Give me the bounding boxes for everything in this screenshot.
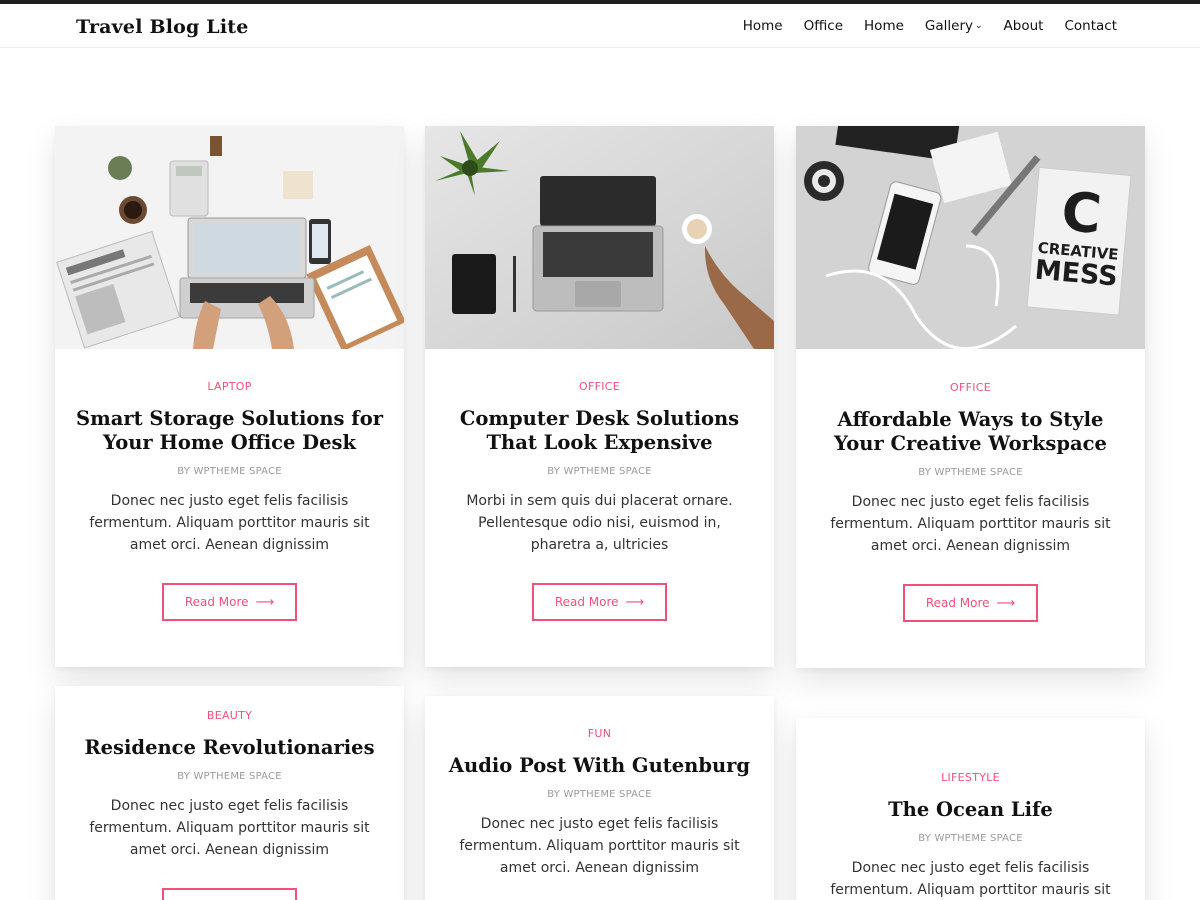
arrow-right-icon: ⟶ [625, 594, 645, 610]
post-card: OFFICE Computer Desk Solutions That Look… [425, 126, 774, 667]
book-letter: C [1059, 180, 1104, 246]
post-title[interactable]: The Ocean Life [816, 798, 1125, 822]
post-card: LAPTOP Smart Storage Solutions for Your … [55, 126, 404, 667]
arrow-right-icon: ⟶ [996, 595, 1016, 611]
post-card: LIFESTYLE The Ocean Life BY WPTHEME SPAC… [796, 718, 1145, 900]
post-category[interactable]: LAPTOP [75, 380, 384, 393]
read-more-label: Read More [925, 596, 990, 610]
arrow-right-icon: ⟶ [255, 594, 275, 610]
read-more-button[interactable]: Read More ⟶ [903, 584, 1038, 622]
post-title[interactable]: Computer Desk Solutions That Look Expens… [445, 407, 754, 455]
read-more-button[interactable]: Read More ⟶ [532, 583, 667, 621]
laptop-desk-photo [55, 126, 404, 349]
nav-label: Home [864, 18, 904, 34]
nav-item-about[interactable]: About [1004, 18, 1044, 34]
post-thumbnail[interactable] [425, 126, 774, 349]
post-excerpt: Donec nec justo eget felis facilisis fer… [830, 860, 1111, 898]
nav-item-gallery[interactable]: Gallery ⌄ [925, 18, 983, 34]
post-author[interactable]: BY WPTHEME SPACE [445, 466, 754, 477]
post-excerpt: Donec nec justo eget felis facilisis fer… [89, 493, 370, 553]
post-excerpt: Morbi in sem quis dui placerat ornare. P… [466, 493, 733, 553]
post-category[interactable]: OFFICE [445, 380, 754, 393]
nav-item-home[interactable]: Home [743, 18, 783, 34]
post-card: FUN Audio Post With Gutenburg BY WPTHEME… [425, 696, 774, 900]
post-title[interactable]: Affordable Ways to Style Your Creative W… [816, 408, 1125, 456]
post-category[interactable]: BEAUTY [75, 709, 384, 722]
laptop-coffee-photo [425, 126, 774, 349]
post-title[interactable]: Smart Storage Solutions for Your Home Of… [75, 407, 384, 455]
post-excerpt: Donec nec justo eget felis facilisis fer… [89, 798, 370, 858]
read-more-button[interactable]: Read More ⟶ [162, 583, 297, 621]
post-category[interactable]: FUN [445, 727, 754, 740]
nav-item-contact[interactable]: Contact [1064, 18, 1117, 34]
nav-label: Contact [1064, 18, 1117, 34]
post-author[interactable]: BY WPTHEME SPACE [445, 789, 754, 800]
chevron-down-icon: ⌄ [975, 21, 983, 31]
post-title[interactable]: Residence Revolutionaries [75, 736, 384, 760]
post-author[interactable]: BY WPTHEME SPACE [816, 467, 1125, 478]
nav-label: Gallery [924, 18, 973, 34]
post-author[interactable]: BY WPTHEME SPACE [75, 771, 384, 782]
post-card: C CREATIVE MESS OFFICE Affordable Ways t… [796, 126, 1145, 668]
site-logo[interactable]: Travel Blog Lite [76, 16, 249, 38]
post-excerpt: Donec nec justo eget felis facilisis fer… [459, 816, 740, 876]
nav-item-office[interactable]: Office [804, 18, 843, 34]
read-more-label: Read More [184, 595, 249, 609]
nav-item-home-2[interactable]: Home [864, 18, 904, 34]
post-author[interactable]: BY WPTHEME SPACE [75, 466, 384, 477]
post-excerpt: Donec nec justo eget felis facilisis fer… [830, 494, 1111, 554]
site-header: Travel Blog Lite Home Office Home Galler… [0, 4, 1200, 48]
post-title[interactable]: Audio Post With Gutenburg [445, 754, 754, 778]
nav-label: About [1003, 18, 1044, 34]
creative-mess-photo: C CREATIVE MESS [796, 126, 1145, 349]
nav-label: Home [742, 18, 783, 34]
post-thumbnail[interactable]: C CREATIVE MESS [796, 126, 1145, 349]
post-category[interactable]: LIFESTYLE [816, 771, 1125, 784]
main-nav: Home Office Home Gallery ⌄ About Contact [722, 18, 1117, 34]
read-more-button[interactable] [162, 888, 297, 900]
post-category[interactable]: OFFICE [816, 381, 1125, 394]
post-card: BEAUTY Residence Revolutionaries BY WPTH… [55, 686, 404, 900]
nav-label: Office [803, 18, 844, 34]
read-more-label: Read More [554, 595, 619, 609]
post-thumbnail[interactable] [55, 126, 404, 349]
post-author[interactable]: BY WPTHEME SPACE [816, 833, 1125, 844]
